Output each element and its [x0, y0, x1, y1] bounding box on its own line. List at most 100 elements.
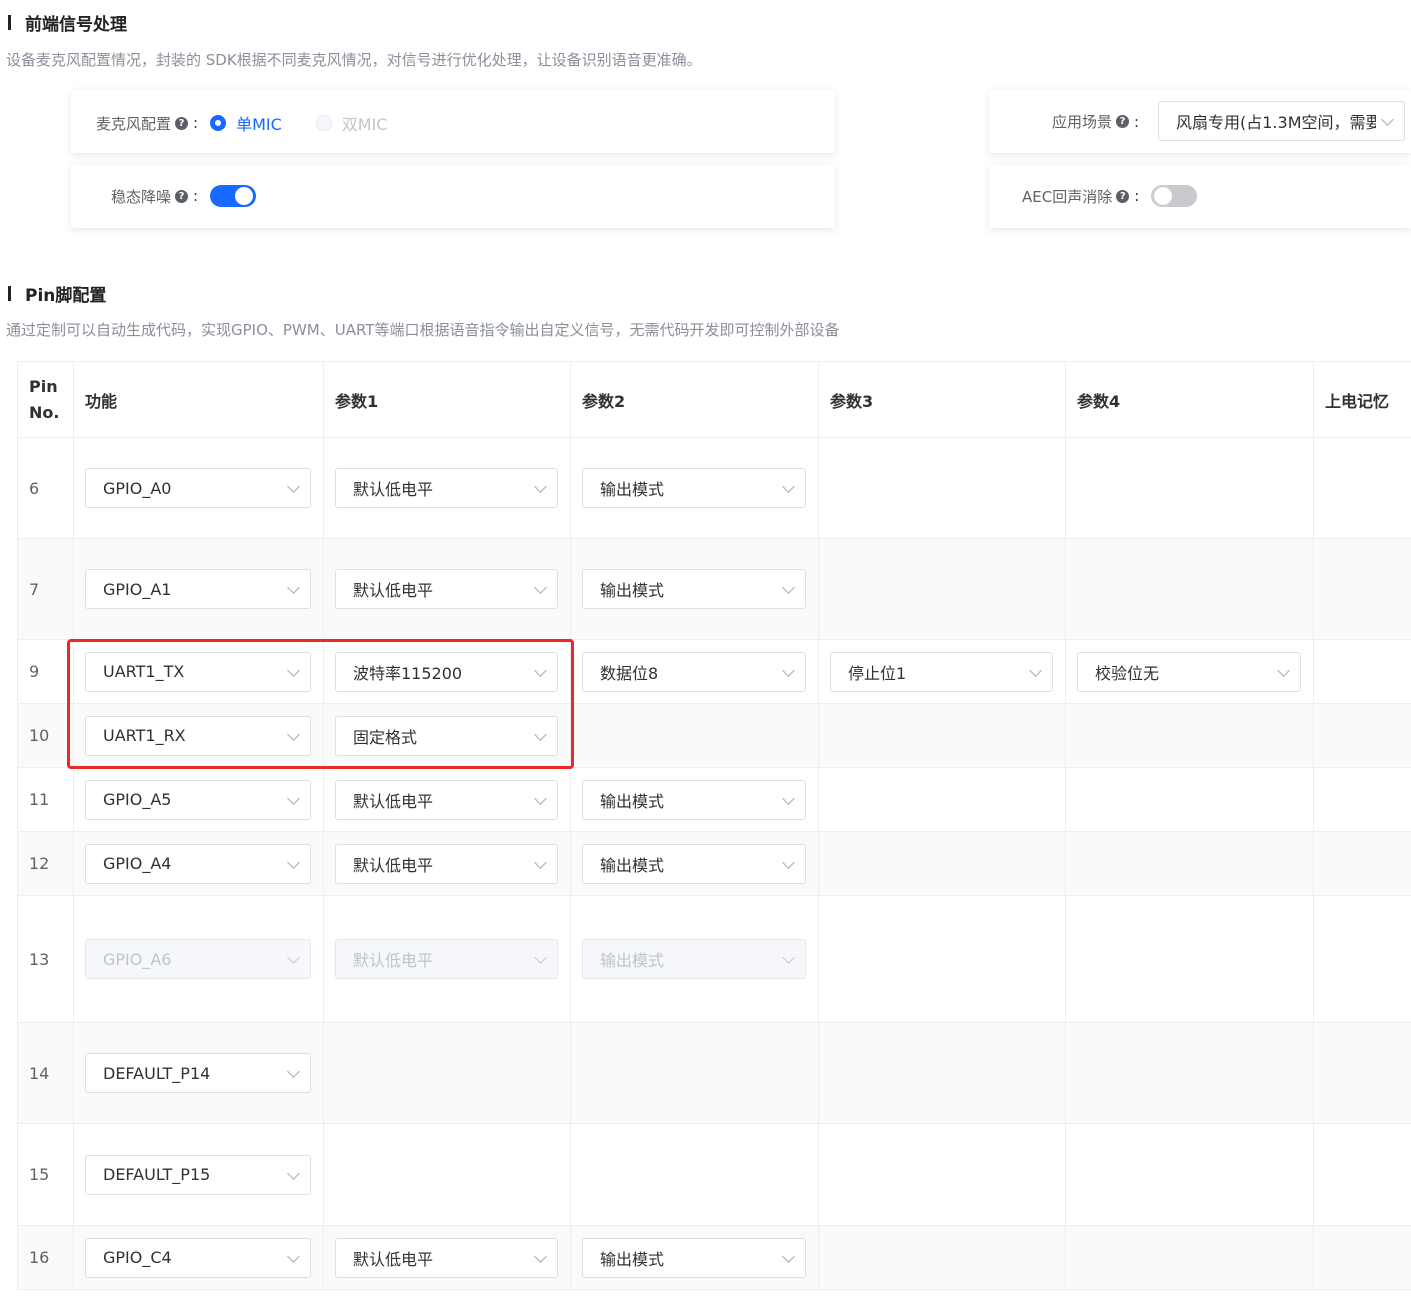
table-row: 14 DEFAULT_P14 [17, 1022, 1411, 1124]
function-select[interactable]: UART1_TX [85, 651, 311, 692]
radio-dual-mic[interactable]: 双MIC [315, 111, 388, 135]
chevron-down-icon [782, 951, 795, 964]
chevron-down-icon [287, 1249, 300, 1263]
header-pin-line2: No. [29, 402, 60, 422]
cell-p1: 默认低电平 [323, 767, 571, 832]
select-value: 输出模式 [600, 1249, 665, 1269]
table-row: 12 GPIO_A4 默认低电平 输出模式 [17, 831, 1411, 896]
chevron-down-icon [287, 727, 300, 741]
table-header-row: Pin No. 功能 参数1 参数2 参数3 参数4 上电记忆 [17, 361, 1411, 438]
aec-toggle[interactable] [1151, 185, 1198, 207]
section-title-pins: Pin脚配置 [8, 281, 106, 306]
table-row: 11 GPIO_A5 默认低电平 输出模式 [17, 767, 1411, 832]
param-select[interactable]: 固定格式 [335, 715, 558, 756]
pin-config-table: Pin No. 功能 参数1 参数2 参数3 参数4 上电记忆 6 GPIO_A0… [17, 361, 1411, 1290]
help-icon[interactable]: ? [175, 189, 189, 203]
frontend-description: 设备麦克风配置情况，封装的 SDK根据不同麦克风情况，对信号进行优化处理，让设备… [6, 51, 702, 69]
cell-func: GPIO_A4 [73, 831, 324, 896]
select-value: 停止位1 [848, 663, 907, 683]
pins-description: 通过定制可以自动生成代码，实现GPIO、PWM、UART等端口根据语音指令输出自… [6, 321, 840, 339]
table-row: 13 GPIO_A6 默认低电平 输出模式 [17, 895, 1411, 1023]
param-select[interactable]: 输出模式 [582, 468, 806, 508]
param-select[interactable]: 输出模式 [582, 939, 806, 979]
header-param2: 参数2 [570, 361, 819, 438]
cell-func: UART1_RX [73, 703, 324, 768]
cell-p1: 默认低电平 [323, 1225, 571, 1290]
param-select[interactable]: 默认低电平 [335, 468, 558, 508]
select-value: 波特率115200 [353, 663, 463, 683]
mic-config-row: 麦克风配置 ? : 单MIC 双MIC [96, 111, 387, 135]
radio-unchecked-icon [315, 115, 332, 131]
param-select[interactable]: 默认低电平 [335, 779, 558, 820]
chevron-down-icon [287, 951, 300, 964]
function-select[interactable]: UART1_RX [85, 715, 311, 756]
table-row: 7 GPIO_A1 默认低电平 输出模式 [17, 538, 1411, 640]
scene-select[interactable]: 风扇专用(占1.3M空间，需要 [1158, 101, 1405, 141]
cell-func: GPIO_A5 [73, 767, 324, 832]
help-icon[interactable]: ? [1116, 189, 1130, 203]
cell-p1: 默认低电平 [323, 831, 571, 896]
radio-single-mic[interactable]: 单MIC [210, 111, 282, 135]
cell-p3 [818, 895, 1066, 1023]
noise-row: 稳态降噪 ? : [111, 185, 257, 207]
chevron-down-icon [534, 480, 547, 493]
param-select[interactable]: 数据位8 [582, 651, 806, 692]
cell-p2: 输出模式 [570, 767, 819, 832]
function-select[interactable]: DEFAULT_P14 [85, 1053, 311, 1093]
param-select[interactable]: 默认低电平 [335, 1237, 558, 1278]
function-select[interactable]: DEFAULT_P15 [85, 1154, 311, 1195]
cell-power-memory [1313, 703, 1411, 768]
help-icon[interactable]: ? [1116, 115, 1130, 128]
cell-p4 [1065, 538, 1314, 640]
function-select[interactable]: GPIO_C4 [85, 1237, 311, 1278]
aec-card: AEC回声消除 ? : [989, 165, 1411, 228]
param-select[interactable]: 输出模式 [582, 569, 806, 609]
chevron-down-icon [782, 791, 795, 805]
pin-number: 15 [17, 1123, 74, 1226]
param-select[interactable]: 输出模式 [582, 843, 806, 884]
select-value: DEFAULT_P15 [103, 1165, 211, 1184]
chevron-down-icon [534, 1249, 547, 1263]
cell-p1 [323, 1022, 571, 1124]
param-select[interactable]: 默认低电平 [335, 569, 558, 609]
cell-p1: 默认低电平 [323, 437, 571, 539]
chevron-down-icon [782, 480, 795, 493]
cell-p3 [818, 1022, 1066, 1124]
frontend-title: 前端信号处理 [25, 15, 127, 35]
function-select[interactable]: GPIO_A1 [85, 569, 311, 609]
chevron-down-icon [287, 1065, 300, 1078]
param-select[interactable]: 默认低电平 [335, 843, 558, 884]
param-select[interactable]: 输出模式 [582, 779, 806, 820]
param-select[interactable]: 校验位无 [1077, 651, 1301, 692]
function-select[interactable]: GPIO_A6 [85, 939, 311, 979]
param-select[interactable]: 停止位1 [830, 651, 1053, 692]
colon: : [193, 187, 199, 205]
function-select[interactable]: GPIO_A0 [85, 468, 311, 508]
noise-label: 稳态降噪 [111, 187, 172, 206]
help-icon[interactable]: ? [175, 116, 189, 130]
function-select[interactable]: GPIO_A5 [85, 779, 311, 820]
chevron-down-icon [534, 581, 547, 594]
noise-toggle[interactable] [210, 185, 257, 207]
cell-p4 [1065, 895, 1314, 1023]
cell-p2: 输出模式 [570, 895, 819, 1023]
cell-p4 [1065, 767, 1314, 832]
chevron-down-icon [534, 791, 547, 805]
select-value: 输出模式 [600, 581, 665, 600]
select-value: 输出模式 [600, 791, 665, 811]
header-param1: 参数1 [323, 361, 571, 438]
select-value: GPIO_A5 [103, 790, 172, 809]
radio-dual-mic-label: 双MIC [341, 115, 388, 134]
function-select[interactable]: GPIO_A4 [85, 843, 311, 884]
aec-row: AEC回声消除 ? : [1022, 185, 1198, 207]
param-select[interactable]: 波特率115200 [335, 651, 558, 692]
header-param4: 参数4 [1065, 361, 1314, 438]
chevron-down-icon [782, 1249, 795, 1263]
select-value: DEFAULT_P14 [103, 1063, 211, 1083]
cell-func: GPIO_A0 [73, 437, 324, 539]
param-select[interactable]: 输出模式 [582, 1237, 806, 1278]
cell-func: GPIO_A1 [73, 538, 324, 640]
param-select[interactable]: 默认低电平 [335, 939, 558, 979]
chevron-down-icon [534, 663, 547, 677]
chevron-down-icon [1381, 113, 1394, 126]
